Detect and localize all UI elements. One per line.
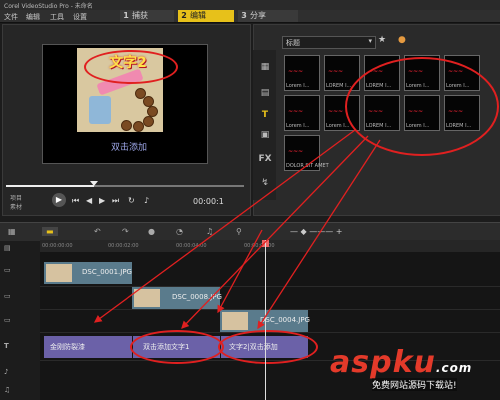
menu-file[interactable]: 文件	[4, 12, 18, 22]
menu-edit[interactable]: 编辑	[26, 12, 40, 22]
title-template-thumb[interactable]: ~~~ Lorem I...	[284, 55, 320, 91]
clip-label: DSC_0004.JPG	[260, 316, 310, 324]
ruler-tick-label: 00:00:06:00	[244, 243, 275, 249]
thumb-art: ~~~	[288, 108, 304, 115]
overlay-clip[interactable]: DSC_0008.JPG	[132, 287, 222, 309]
step-label: 编辑	[190, 11, 206, 20]
annotation-circle	[84, 50, 178, 84]
thumb-label: LOREM I...	[326, 83, 352, 89]
category-select[interactable]: 标题 ▾	[282, 36, 376, 49]
clip-label: 金刚防裂漆	[50, 343, 85, 351]
video-clip[interactable]: DSC_0001.JPG	[44, 262, 132, 284]
step-tab-edit[interactable]: 2 编辑	[178, 10, 234, 22]
annotation-circle	[130, 330, 224, 364]
category-value: 标题	[286, 39, 300, 47]
undo-icon[interactable]: ↶	[94, 227, 101, 236]
thumb-label: Lorem I...	[286, 83, 310, 89]
menu-settings[interactable]: 设置	[73, 12, 87, 22]
track-manager-icon[interactable]: ▤	[4, 244, 36, 252]
thumb-art: ~~~	[288, 68, 304, 75]
annotation-circle	[345, 57, 499, 156]
end-icon[interactable]: ⏭	[112, 196, 119, 206]
step-tab-share[interactable]: 3 分享	[238, 10, 298, 22]
timeline-toolbar	[0, 222, 500, 241]
title-template-thumb[interactable]: ~~~ Lorem I...	[284, 95, 320, 131]
clip-label: DSC_0001.JPG	[82, 268, 132, 276]
mode-label-project[interactable]: 项目	[10, 193, 22, 202]
thumb-art: ~~~	[288, 148, 304, 155]
watermark-tagline: 免费网站源码下载站!	[372, 378, 457, 391]
window-titlebar: Corel VideoStudio Pro - 未命名	[0, 0, 500, 10]
volume-icon[interactable]: ♪	[144, 196, 149, 205]
instant-project-icon[interactable]: ▤	[257, 88, 273, 100]
clip-thumbnail	[222, 312, 248, 330]
title-track-icon[interactable]: T	[4, 342, 36, 350]
bead	[133, 121, 144, 132]
step-tab-capture[interactable]: 1 捕获	[120, 10, 174, 22]
redo-icon[interactable]: ↷	[122, 227, 129, 236]
scrub-progress	[6, 185, 95, 187]
preview-caption[interactable]: 双击添加	[92, 140, 166, 153]
bead	[121, 120, 132, 131]
watermark-logo: aspku.com	[330, 345, 472, 380]
bead	[143, 116, 154, 127]
home-icon[interactable]: ⏮	[72, 196, 79, 206]
thumb-art: ~~~	[328, 68, 344, 75]
watermark-suffix: .com	[435, 361, 473, 375]
thumb-art: ~~~	[328, 108, 344, 115]
transition-icon[interactable]: ▣	[257, 130, 273, 142]
blue-object	[89, 96, 111, 124]
storyboard-view-icon[interactable]: ▦	[8, 227, 16, 236]
scrub-handle[interactable]	[90, 181, 99, 186]
step-label: 分享	[250, 11, 266, 20]
step-number: 3	[241, 11, 247, 20]
ruler-tick-label: 00:00:00:00	[42, 243, 73, 249]
auto-music-icon[interactable]: ♫	[206, 227, 213, 236]
step-number: 1	[123, 11, 129, 20]
step-label: 捕获	[132, 11, 148, 20]
repeat-icon[interactable]: ↻	[128, 196, 135, 205]
audio-mix-icon[interactable]: ◔	[176, 227, 183, 236]
record-icon[interactable]: ●	[148, 227, 155, 236]
media-icon[interactable]: ▦	[257, 62, 273, 74]
clip-thumbnail	[134, 289, 160, 307]
clip-thumbnail	[46, 264, 72, 282]
play-button[interactable]: ▶	[52, 193, 66, 207]
ruler-tick-label: 00:00:04:00	[176, 243, 207, 249]
playhead[interactable]	[265, 240, 266, 400]
step-forward-icon[interactable]: ▶	[99, 196, 105, 205]
voice-track-icon[interactable]: ♪	[4, 368, 36, 376]
step-number: 2	[181, 11, 187, 20]
video-track-icon[interactable]: ▭	[4, 266, 36, 274]
ruler-tick-label: 00:00:02:00	[108, 243, 139, 249]
thumb-label: Lorem I...	[326, 123, 350, 129]
mode-label-clip[interactable]: 素材	[10, 202, 22, 211]
overlay-clip[interactable]: DSC_0004.JPG	[220, 310, 310, 332]
overlay-track-icon[interactable]: ▭	[4, 316, 36, 324]
watermark-brand: aspku	[330, 345, 436, 380]
zoom-icon[interactable]: ⚲	[236, 227, 242, 236]
chevron-down-icon: ▾	[368, 37, 372, 45]
step-back-icon[interactable]: ◀	[86, 196, 92, 205]
fx-icon[interactable]: FX	[257, 154, 273, 166]
timeline-view-icon[interactable]: ▬	[42, 227, 58, 236]
overlay-track-icon[interactable]: ▭	[4, 292, 36, 300]
annotation-circle	[218, 330, 318, 364]
thumb-label: Lorem I...	[286, 123, 310, 129]
title-clip[interactable]: 金刚防裂漆	[44, 336, 132, 358]
path-icon[interactable]: ↯	[257, 178, 273, 190]
clip-label: DSC_0008.JPG	[172, 293, 222, 301]
zoom-slider[interactable]: — ◆ ——— +	[290, 227, 342, 236]
music-track-icon[interactable]: ♫	[4, 386, 36, 394]
thumb-label: DOLOR SIT AMET	[286, 163, 329, 169]
window-title: Corel VideoStudio Pro - 未命名	[4, 3, 93, 10]
browse-icon[interactable]: ●	[398, 35, 406, 45]
title-template-thumb[interactable]: ~~~ DOLOR SIT AMET	[284, 135, 329, 171]
menu-tools[interactable]: 工具	[50, 12, 64, 22]
timecode[interactable]: 00:00:1	[193, 197, 224, 206]
favorites-icon[interactable]: ★	[378, 35, 386, 45]
track-divider	[40, 286, 500, 287]
title-icon[interactable]: T	[257, 110, 273, 122]
